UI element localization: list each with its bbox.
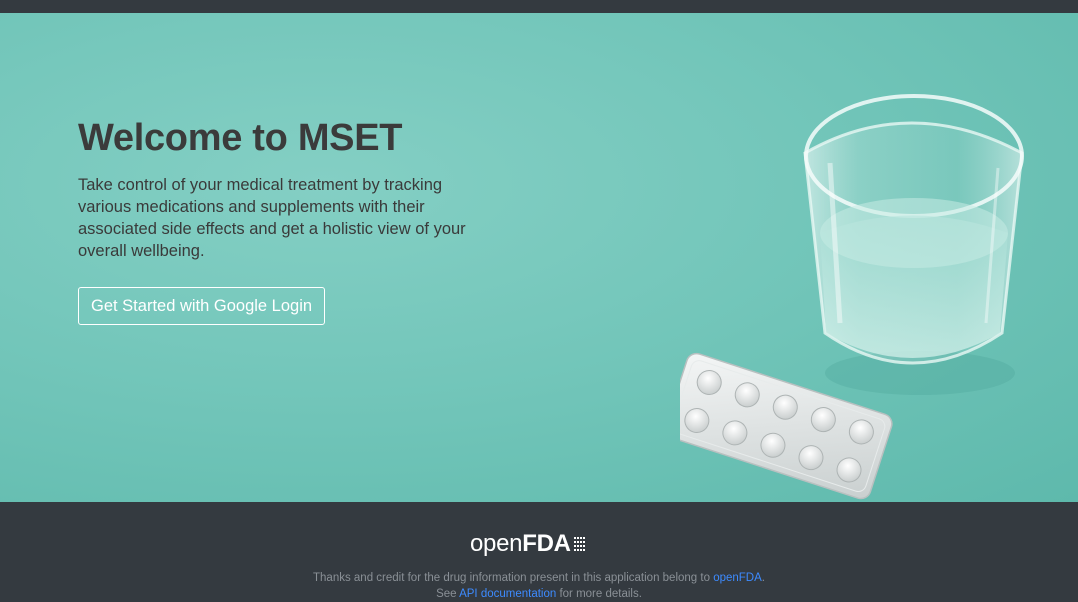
page-title: Welcome to MSET [78,117,403,159]
credit-prefix: Thanks and credit for the drug informati… [313,572,714,584]
api-documentation-link[interactable]: API documentation [459,588,556,600]
water-surface [820,198,1008,268]
credit-text: Thanks and credit for the drug informati… [0,570,1078,602]
footer: open FDA Thanks and credit for the drug i… [0,502,1078,600]
water-glass-and-pills-image [680,94,1024,500]
openfda-link[interactable]: openFDA [713,572,762,584]
logo-open-text: open [470,530,523,557]
hero-section: Welcome to MSET Take control of your med… [0,13,1078,502]
hero-description: Take control of your medical treatment b… [78,176,466,260]
credit-line: Thanks and credit for the drug informati… [0,570,1078,586]
fda-dots-icon [573,537,585,551]
google-login-button[interactable]: Get Started with Google Login [78,287,326,325]
openfda-logo: open FDA [470,530,586,557]
top-navbar [0,0,1078,13]
hero-content: Welcome to MSET Take control of your med… [78,116,498,325]
credit-suffix: . [761,572,765,584]
logo-fda-text: FDA [522,530,571,557]
see-prefix: See [436,588,460,600]
see-suffix: for more details. [556,588,642,600]
